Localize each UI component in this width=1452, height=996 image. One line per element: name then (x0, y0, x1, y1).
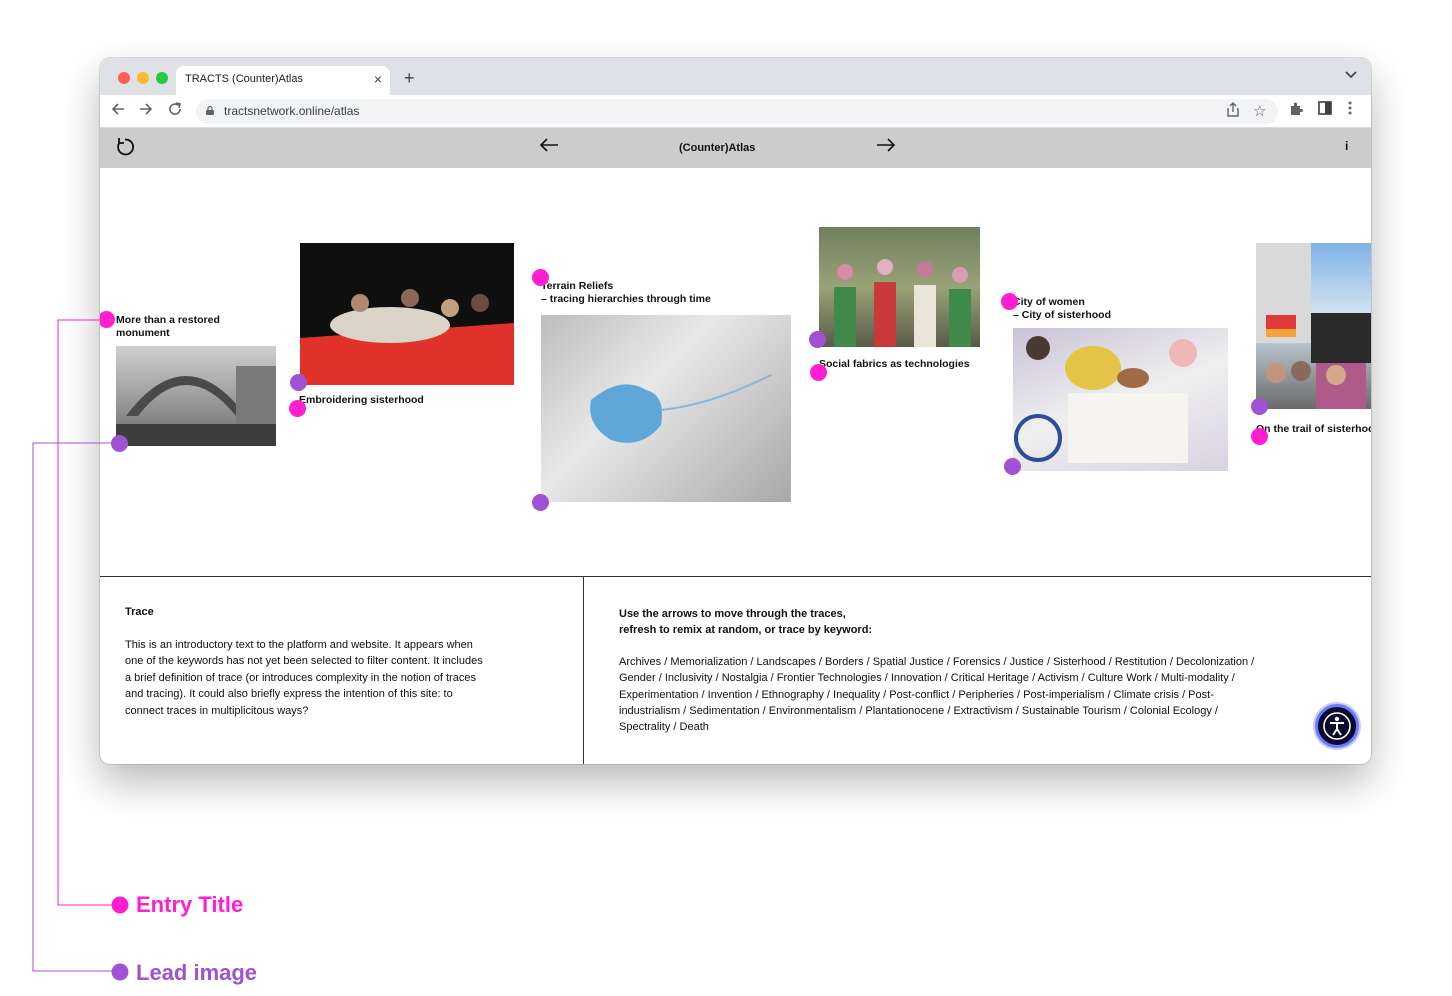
annotation-lines (32, 319, 129, 981)
legend-entry-title: Entry Title (136, 892, 244, 917)
legend-lead-image: Lead image (136, 960, 258, 985)
